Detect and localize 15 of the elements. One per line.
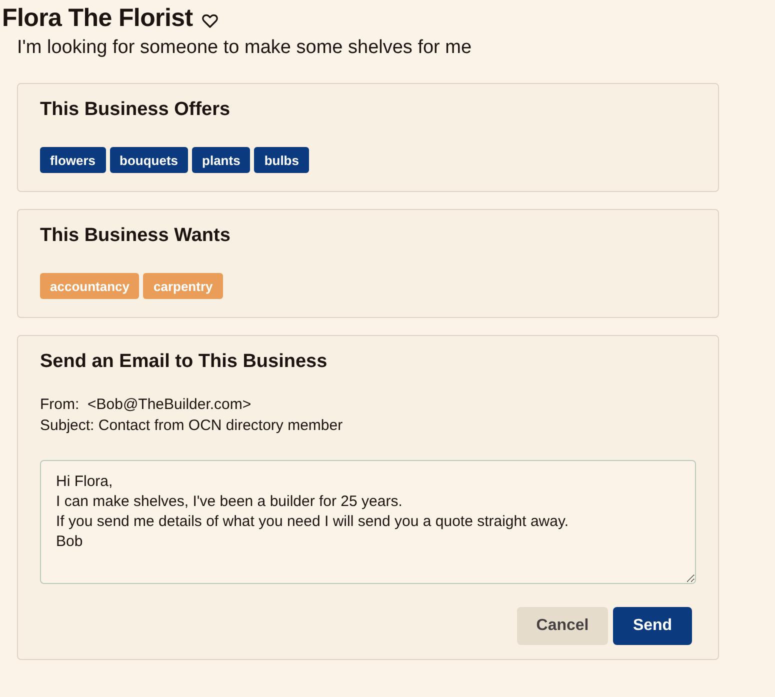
request-text: I'm looking for someone to make some shelves for me (17, 36, 473, 60)
cancel-button[interactable]: Cancel (517, 607, 608, 645)
section-heading: This Business Wants (40, 224, 232, 248)
section-heading: Send an Email to This Business (40, 350, 328, 374)
tag[interactable]: bouquets (110, 147, 188, 173)
section-heading: This Business Offers (40, 98, 232, 122)
heart-icon[interactable] (202, 14, 218, 28)
message-field[interactable]: Hi Flora, I can make shelves, I've been a builder for 25 years. If you send me details of what you need I will send you a quote straight away. Bob (40, 460, 696, 584)
email-header-text: Subject: Contact from OCN directory member (40, 416, 344, 436)
tag[interactable]: plants (192, 147, 250, 173)
tag[interactable]: bulbs (254, 147, 309, 173)
send-button[interactable]: Send (613, 607, 692, 645)
tag[interactable]: flowers (40, 147, 106, 173)
business-name: Flora The Florist (2, 3, 193, 34)
email-header-text: From: <Bob@TheBuilder.com> (40, 395, 252, 415)
